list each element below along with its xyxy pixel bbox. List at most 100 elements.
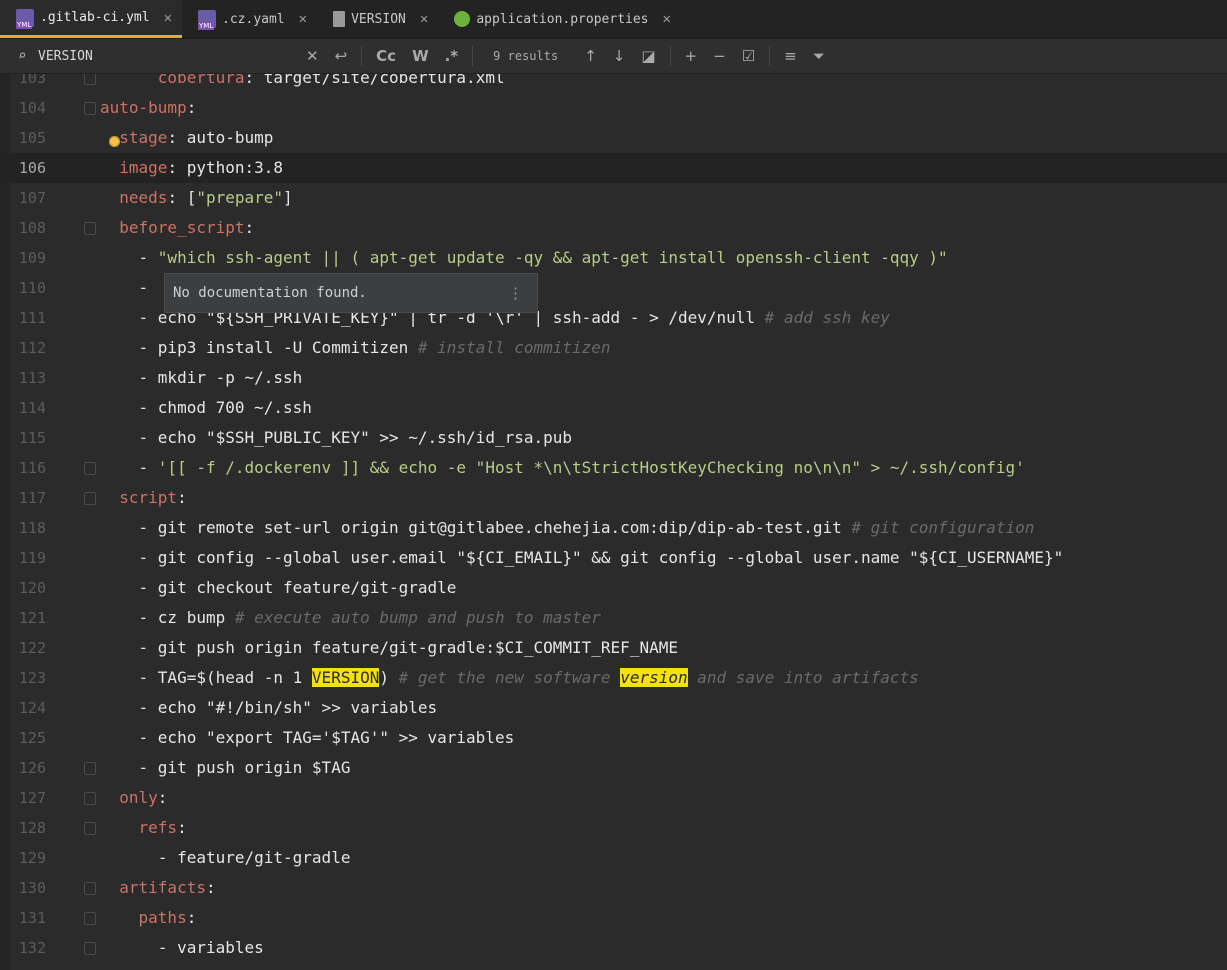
code-text: - "which ssh-agent || ( apt-get update -… xyxy=(100,243,948,273)
code-line[interactable]: 119 - git config --global user.email "${… xyxy=(0,543,1227,573)
code-text: - pip3 install -U Commitizen # install c… xyxy=(100,333,611,363)
fold-marker-icon[interactable] xyxy=(84,822,96,835)
code-line[interactable]: 125 - echo "export TAG='$TAG'" >> variab… xyxy=(0,723,1227,753)
code-text: - git push origin $TAG xyxy=(100,753,351,783)
lightbulb-icon[interactable] xyxy=(109,136,120,147)
search-icon[interactable]: ⌕ xyxy=(18,48,38,64)
divider xyxy=(472,46,474,66)
code-line[interactable]: 129 - feature/git-gradle xyxy=(0,843,1227,873)
arrow-up-icon[interactable]: ↑ xyxy=(576,47,605,65)
fold-marker-icon[interactable] xyxy=(84,762,96,775)
filter-icon[interactable]: ⏷ xyxy=(805,47,833,65)
code-line[interactable]: 107 needs: ["prepare"] xyxy=(0,183,1227,213)
line-number: 107 xyxy=(18,189,46,207)
code-text: - echo "#!/bin/sh" >> variables xyxy=(100,693,438,723)
code-line[interactable]: 123 - TAG=$(head -n 1 VERSION) # get the… xyxy=(0,663,1227,693)
code-line[interactable]: 120 - git checkout feature/git-gradle xyxy=(0,573,1227,603)
fold-marker-icon[interactable] xyxy=(84,462,96,475)
fold-marker-icon[interactable] xyxy=(84,74,96,85)
code-text: - git config --global user.email "${CI_E… xyxy=(100,543,1064,573)
more-options-icon[interactable]: ⋮ xyxy=(508,274,523,312)
code-token: '[[ -f /.dockerenv ]] && echo -e "Host *… xyxy=(157,458,1025,477)
code-line[interactable]: 113 - mkdir -p ~/.ssh xyxy=(0,363,1227,393)
code-line[interactable]: 109 - "which ssh-agent || ( apt-get upda… xyxy=(0,243,1227,273)
code-line[interactable]: 105 stage: auto-bump xyxy=(0,123,1227,153)
results-count: 9 results xyxy=(493,49,559,63)
code-token: script xyxy=(119,488,178,507)
tab-cz-yaml[interactable]: .cz.yaml ✕ xyxy=(182,0,317,38)
open-in-window-icon[interactable]: ◪ xyxy=(633,47,663,65)
close-icon[interactable]: ✕ xyxy=(164,10,172,26)
line-number: 122 xyxy=(18,639,46,657)
code-line[interactable]: 118 - git remote set-url origin git@gitl… xyxy=(0,513,1227,543)
fold-marker-icon[interactable] xyxy=(84,882,96,895)
arrow-down-icon[interactable]: ↓ xyxy=(605,47,634,65)
select-all-occurrences-icon[interactable]: ☑ xyxy=(734,47,763,65)
code-line[interactable]: 130 artifacts: xyxy=(0,873,1227,903)
tab-gitlab-ci-yml[interactable]: .gitlab-ci.yml ✕ xyxy=(0,0,183,38)
code-line[interactable]: 117 script: xyxy=(0,483,1227,513)
search-match: VERSION xyxy=(311,668,380,687)
remove-occurrence-icon[interactable]: − xyxy=(705,47,734,65)
spring-properties-icon xyxy=(454,11,471,27)
line-number: 131 xyxy=(18,909,46,927)
search-input[interactable]: VERSION xyxy=(38,49,298,64)
code-line[interactable]: 104 auto-bump: xyxy=(0,93,1227,123)
code-line[interactable]: 108 before_script: xyxy=(0,213,1227,243)
code-line[interactable]: 124 - echo "#!/bin/sh" >> variables xyxy=(0,693,1227,723)
code-line[interactable]: 131 paths: xyxy=(0,903,1227,933)
clear-search-icon[interactable]: ✕ xyxy=(298,47,327,65)
code-token: # execute auto bump and push to master xyxy=(234,608,601,627)
code-line[interactable]: 132 - variables xyxy=(0,933,1227,963)
whole-words-button[interactable]: W xyxy=(404,47,437,65)
code-line[interactable]: 121 - cz bump # execute auto bump and pu… xyxy=(0,603,1227,633)
close-icon[interactable]: ✕ xyxy=(299,11,307,27)
code-line[interactable]: 106 image: python:3.8 xyxy=(0,153,1227,183)
fold-marker-icon[interactable] xyxy=(84,222,96,235)
close-icon[interactable]: ✕ xyxy=(420,11,428,27)
code-text: - echo "$SSH_PUBLIC_KEY" >> ~/.ssh/id_rs… xyxy=(100,423,572,453)
add-occurrence-icon[interactable]: + xyxy=(677,47,706,65)
line-number: 128 xyxy=(18,819,46,837)
fold-marker-icon[interactable] xyxy=(84,102,96,115)
code-line[interactable]: 112 - pip3 install -U Commitizen # insta… xyxy=(0,333,1227,363)
match-case-button[interactable]: Cc xyxy=(368,47,404,65)
code-text: paths: xyxy=(100,903,197,933)
code-editor[interactable]: 103 cobertura: target/site/cobertura.xml… xyxy=(0,74,1227,970)
fold-marker-icon[interactable] xyxy=(84,912,96,925)
fold-marker-icon[interactable] xyxy=(84,942,96,955)
code-token: - echo "$SSH_PUBLIC_KEY" >> ~/.ssh/id_rs… xyxy=(100,428,573,447)
line-number: 117 xyxy=(18,489,46,507)
code-line[interactable]: 114 - chmod 700 ~/.ssh xyxy=(0,393,1227,423)
yml-file-icon xyxy=(16,8,34,29)
code-line[interactable]: 127 only: xyxy=(0,783,1227,813)
code-text: - mkdir -p ~/.ssh xyxy=(100,363,303,393)
yml-file-icon xyxy=(198,10,217,30)
tab-application-properties[interactable]: application.properties ✕ xyxy=(438,0,681,38)
close-icon[interactable]: ✕ xyxy=(663,11,671,27)
code-line[interactable]: 103 cobertura: target/site/cobertura.xml xyxy=(0,74,1227,93)
line-number: 113 xyxy=(18,369,46,387)
show-filter-popup-icon[interactable]: ≡ xyxy=(776,47,805,65)
code-line[interactable]: 115 - echo "$SSH_PUBLIC_KEY" >> ~/.ssh/i… xyxy=(0,423,1227,453)
code-token: - variables xyxy=(100,938,264,957)
regex-button[interactable]: .* xyxy=(437,47,467,65)
code-text: - cz bump # execute auto bump and push t… xyxy=(100,603,601,633)
code-line[interactable]: 128 refs: xyxy=(0,813,1227,843)
new-line-icon[interactable]: ↩ xyxy=(327,47,356,65)
tab-version[interactable]: VERSION ✕ xyxy=(317,0,438,38)
code-line[interactable]: 116 - '[[ -f /.dockerenv ]] && echo -e "… xyxy=(0,453,1227,483)
line-number: 130 xyxy=(18,879,46,897)
code-line[interactable]: 126 - git push origin $TAG xyxy=(0,753,1227,783)
tab-label: VERSION xyxy=(351,11,406,27)
code-token: before_script xyxy=(119,218,245,237)
fold-marker-icon[interactable] xyxy=(84,492,96,505)
divider xyxy=(361,46,363,66)
code-line[interactable]: 122 - git push origin feature/git-gradle… xyxy=(0,633,1227,663)
fold-marker-icon[interactable] xyxy=(84,792,96,805)
code-token: - git push origin $TAG xyxy=(100,758,351,777)
line-number: 123 xyxy=(18,669,46,687)
code-token: ] xyxy=(283,188,293,207)
